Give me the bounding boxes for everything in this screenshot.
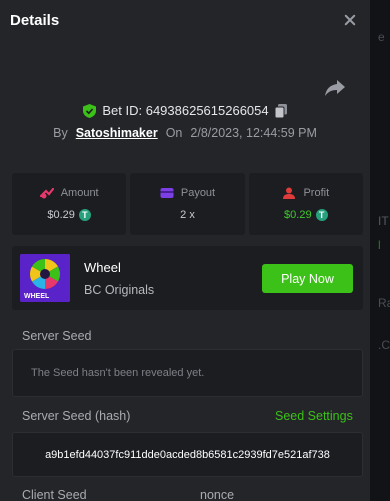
on-label: On [165, 126, 183, 140]
verified-shield-icon [83, 103, 97, 118]
stat-profit: Profit $0.29 T [248, 173, 363, 235]
bet-datetime: 2/8/2023, 12:44:59 PM [190, 126, 317, 140]
bet-stats: Amount $0.29 T Payout 2 x Profit $0.29 T [12, 173, 363, 235]
server-seed-label: Server Seed [22, 329, 92, 343]
nonce-label: nonce [200, 488, 235, 501]
bet-details-modal: Details Bet ID: 64938625615266054 By Sat… [0, 0, 370, 501]
server-seed-field: The Seed hasn't been revealed yet. [12, 349, 363, 397]
game-provider: BC Originals [84, 283, 155, 297]
amount-value: $0.29 [47, 209, 75, 221]
seed-settings-link[interactable]: Seed Settings [275, 409, 353, 423]
by-label: By [53, 126, 68, 140]
stat-payout: Payout 2 x [130, 173, 245, 235]
payout-label: Payout [180, 187, 216, 199]
client-seed-label: Client Seed [22, 488, 87, 501]
bet-author-row: By Satoshimaker On 2/8/2023, 12:44:59 PM [0, 126, 370, 140]
payout-value: 2 x [180, 209, 195, 221]
play-now-button[interactable]: Play Now [262, 264, 353, 293]
bet-id: Bet ID: 64938625615266054 [102, 103, 269, 118]
stat-amount: Amount $0.29 T [12, 173, 127, 235]
amount-label: Amount [60, 187, 99, 199]
close-icon[interactable] [342, 12, 358, 28]
payout-icon [160, 188, 174, 198]
background-page-strip: e IT l Ra .C [370, 0, 390, 501]
share-icon[interactable] [324, 78, 346, 98]
bet-id-row: Bet ID: 64938625615266054 [0, 103, 370, 118]
game-name: Wheel [84, 260, 121, 275]
tether-coin-icon: T [78, 209, 91, 221]
server-seed-hash-label: Server Seed (hash) [22, 409, 131, 423]
modal-title: Details [10, 11, 60, 29]
amount-icon [39, 187, 54, 199]
modal-header: Details [0, 0, 370, 40]
copy-icon[interactable] [274, 103, 287, 118]
game-card: WHEEL Wheel BC Originals Play Now [12, 246, 363, 310]
profit-label: Profit [303, 187, 330, 199]
svg-text:WHEEL: WHEEL [24, 293, 50, 300]
tether-coin-icon: T [315, 209, 328, 221]
user-link[interactable]: Satoshimaker [76, 126, 158, 140]
wheel-game-thumbnail[interactable]: WHEEL [20, 254, 70, 302]
server-seed-hash-field[interactable]: a9b1efd44037fc911dde0acded8b6581c2939fd7… [12, 432, 363, 477]
profit-value: $0.29 [284, 209, 312, 221]
profit-icon [283, 187, 296, 199]
